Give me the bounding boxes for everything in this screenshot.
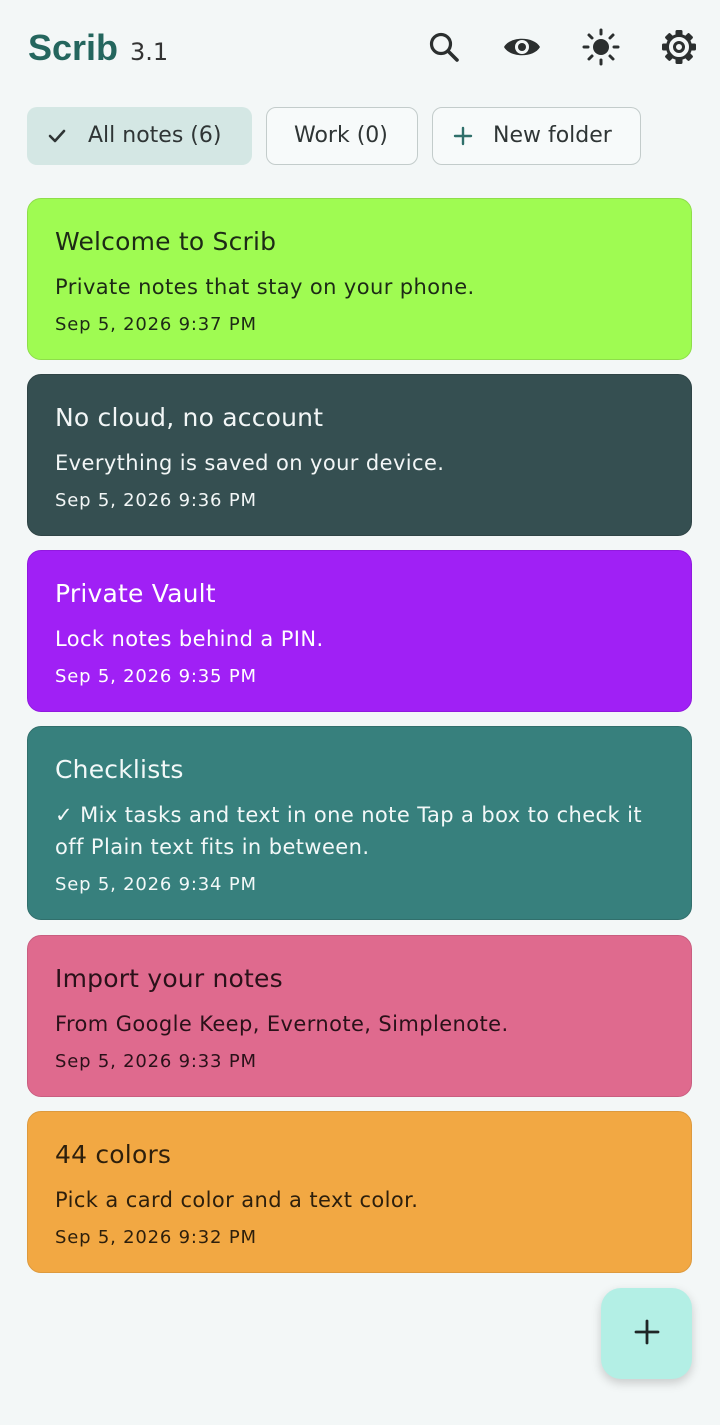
- note-title: Private Vault: [55, 579, 216, 608]
- app-version: 3.1: [130, 38, 169, 66]
- note-date: Sep 5, 2026 9:35 PM: [55, 666, 257, 687]
- note-body: ✓ Mix tasks and text in one note Tap a b…: [55, 803, 643, 859]
- note-body: Lock notes behind a PIN.: [55, 627, 324, 651]
- note-body: Private notes that stay on your phone.: [55, 275, 475, 299]
- note-card[interactable]: Checklists ✓ Mix tasks and text in one n…: [27, 726, 692, 920]
- add-note-button[interactable]: [601, 1288, 692, 1379]
- brightness-icon[interactable]: [581, 27, 621, 67]
- note-body: From Google Keep, Evernote, Simplenote.: [55, 1012, 509, 1036]
- note-card[interactable]: Welcome to Scrib Private notes that stay…: [27, 198, 692, 360]
- check-icon: [47, 126, 67, 146]
- plus-icon: [453, 126, 473, 146]
- note-date: Sep 5, 2026 9:37 PM: [55, 314, 257, 335]
- note-card[interactable]: No cloud, no account Everything is saved…: [27, 374, 692, 536]
- note-body: Everything is saved on your device.: [55, 451, 445, 475]
- note-date: Sep 5, 2026 9:33 PM: [55, 1051, 257, 1072]
- app-title: Scrib: [28, 27, 119, 68]
- app-header: Scrib 3.1: [0, 0, 720, 100]
- chip-all-notes[interactable]: All notes (6): [27, 107, 252, 165]
- note-title: Import your notes: [55, 964, 283, 993]
- note-title: Checklists: [55, 755, 184, 784]
- settings-gear-icon[interactable]: [659, 27, 699, 67]
- note-title: Welcome to Scrib: [55, 227, 277, 256]
- note-title: 44 colors: [55, 1140, 172, 1169]
- chip-work[interactable]: Work (0): [266, 107, 418, 165]
- chip-label: Work (0): [294, 123, 388, 148]
- chip-label: All notes (6): [88, 123, 222, 148]
- plus-icon: [633, 1318, 661, 1350]
- note-date: Sep 5, 2026 9:36 PM: [55, 490, 257, 511]
- search-icon[interactable]: [424, 27, 464, 67]
- note-date: Sep 5, 2026 9:34 PM: [55, 874, 257, 895]
- note-card[interactable]: 44 colors Pick a card color and a text c…: [27, 1111, 692, 1273]
- note-card[interactable]: Private Vault Lock notes behind a PIN. S…: [27, 550, 692, 712]
- note-title: No cloud, no account: [55, 403, 324, 432]
- folder-chips: All notes (6) Work (0) New folder: [0, 107, 720, 165]
- chip-label: New folder: [493, 123, 612, 148]
- note-body: Pick a card color and a text color.: [55, 1188, 419, 1212]
- note-date: Sep 5, 2026 9:32 PM: [55, 1227, 257, 1248]
- new-folder-button[interactable]: New folder: [432, 107, 641, 165]
- eye-icon[interactable]: [502, 27, 542, 67]
- note-card[interactable]: Import your notes From Google Keep, Ever…: [27, 935, 692, 1097]
